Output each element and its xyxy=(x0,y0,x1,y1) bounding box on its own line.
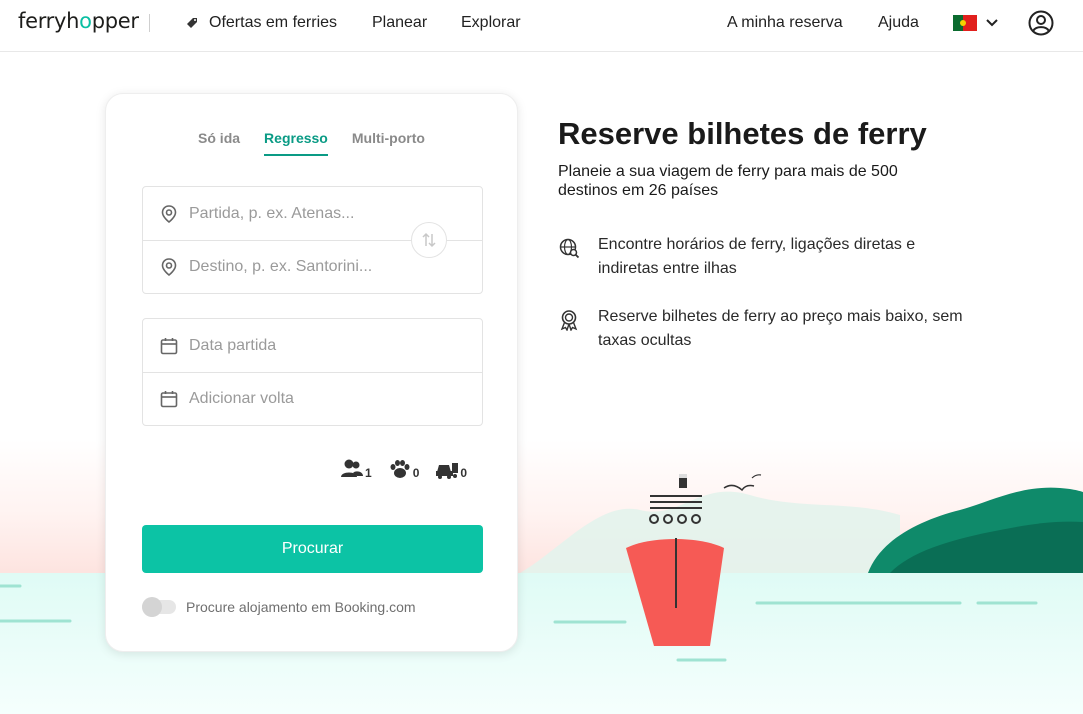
nav-offers-label: Ofertas em ferries xyxy=(209,14,338,31)
location-pin-icon xyxy=(161,258,177,277)
booking-toggle[interactable] xyxy=(142,597,176,617)
calendar-icon xyxy=(160,337,178,354)
search-button[interactable]: Procurar xyxy=(142,525,483,573)
passengers-count-value: 1 xyxy=(365,466,372,480)
swap-arrows-icon xyxy=(422,232,436,248)
tab-multi-port[interactable]: Multi-porto xyxy=(352,130,425,156)
tab-return[interactable]: Regresso xyxy=(264,130,328,156)
nav-plan[interactable]: Planear xyxy=(372,14,427,32)
top-header: ferryhopper Ofertas em ferries Planear E… xyxy=(0,0,1083,52)
language-selector[interactable] xyxy=(953,15,999,31)
date-fields: Data partida Adicionar volta xyxy=(142,318,483,426)
feature-schedules: Encontre horários de ferry, ligações dir… xyxy=(558,233,978,281)
nav-my-booking[interactable]: A minha reserva xyxy=(727,14,843,32)
hero-title: Reserve bilhetes de ferry xyxy=(558,116,927,151)
booking-accommodation-option[interactable]: Procure alojamento em Booking.com xyxy=(142,597,416,617)
tag-icon xyxy=(187,18,197,28)
header-divider xyxy=(149,14,150,32)
booking-toggle-label: Procure alojamento em Booking.com xyxy=(186,599,416,615)
feature-schedules-text: Encontre horários de ferry, ligações dir… xyxy=(598,236,916,277)
tab-one-way[interactable]: Só ida xyxy=(198,130,240,156)
departure-date-placeholder: Data partida xyxy=(189,336,277,354)
globe-search-icon xyxy=(559,238,580,259)
hero-subtitle: Planeie a sua viagem de ferry para mais … xyxy=(558,163,898,199)
pets-count[interactable]: 0 xyxy=(388,458,420,480)
vehicle-icon xyxy=(436,463,459,479)
search-card: Só ida Regresso Multi-porto Partida, p. … xyxy=(105,93,518,652)
trip-type-tabs: Só ida Regresso Multi-porto xyxy=(106,130,517,156)
destination-placeholder: Destino, p. ex. Santorini... xyxy=(189,258,373,275)
nav-explore[interactable]: Explorar xyxy=(461,14,521,32)
feature-lowest-price: Reserve bilhetes de ferry ao preço mais … xyxy=(558,305,978,353)
portugal-flag-icon xyxy=(953,15,977,31)
departure-date-field[interactable]: Data partida xyxy=(143,319,482,372)
return-date-field[interactable]: Adicionar volta xyxy=(143,372,482,425)
ferryhopper-logo[interactable]: ferryhopper xyxy=(18,9,139,33)
nav-help[interactable]: Ajuda xyxy=(878,14,919,32)
award-badge-icon xyxy=(560,310,578,331)
vehicles-count-value: 0 xyxy=(460,466,468,480)
swap-route-button[interactable] xyxy=(411,222,447,258)
passenger-selector[interactable]: 1 0 0 xyxy=(340,458,467,480)
nav-ferry-offers[interactable]: Ofertas em ferries xyxy=(185,14,337,32)
return-date-placeholder: Adicionar volta xyxy=(189,390,294,407)
account-icon[interactable] xyxy=(1028,10,1054,36)
feature-lowest-price-text: Reserve bilhetes de ferry ao preço mais … xyxy=(598,308,963,349)
passengers-icon xyxy=(341,459,363,477)
paw-icon xyxy=(390,460,410,478)
calendar-icon xyxy=(160,391,178,408)
departure-placeholder: Partida, p. ex. Atenas... xyxy=(189,204,355,222)
location-pin-icon xyxy=(161,204,177,223)
vehicles-count[interactable]: 0 xyxy=(435,458,467,480)
chevron-down-icon xyxy=(986,19,998,27)
passengers-count[interactable]: 1 xyxy=(340,458,372,480)
pets-count-value: 0 xyxy=(412,466,420,480)
